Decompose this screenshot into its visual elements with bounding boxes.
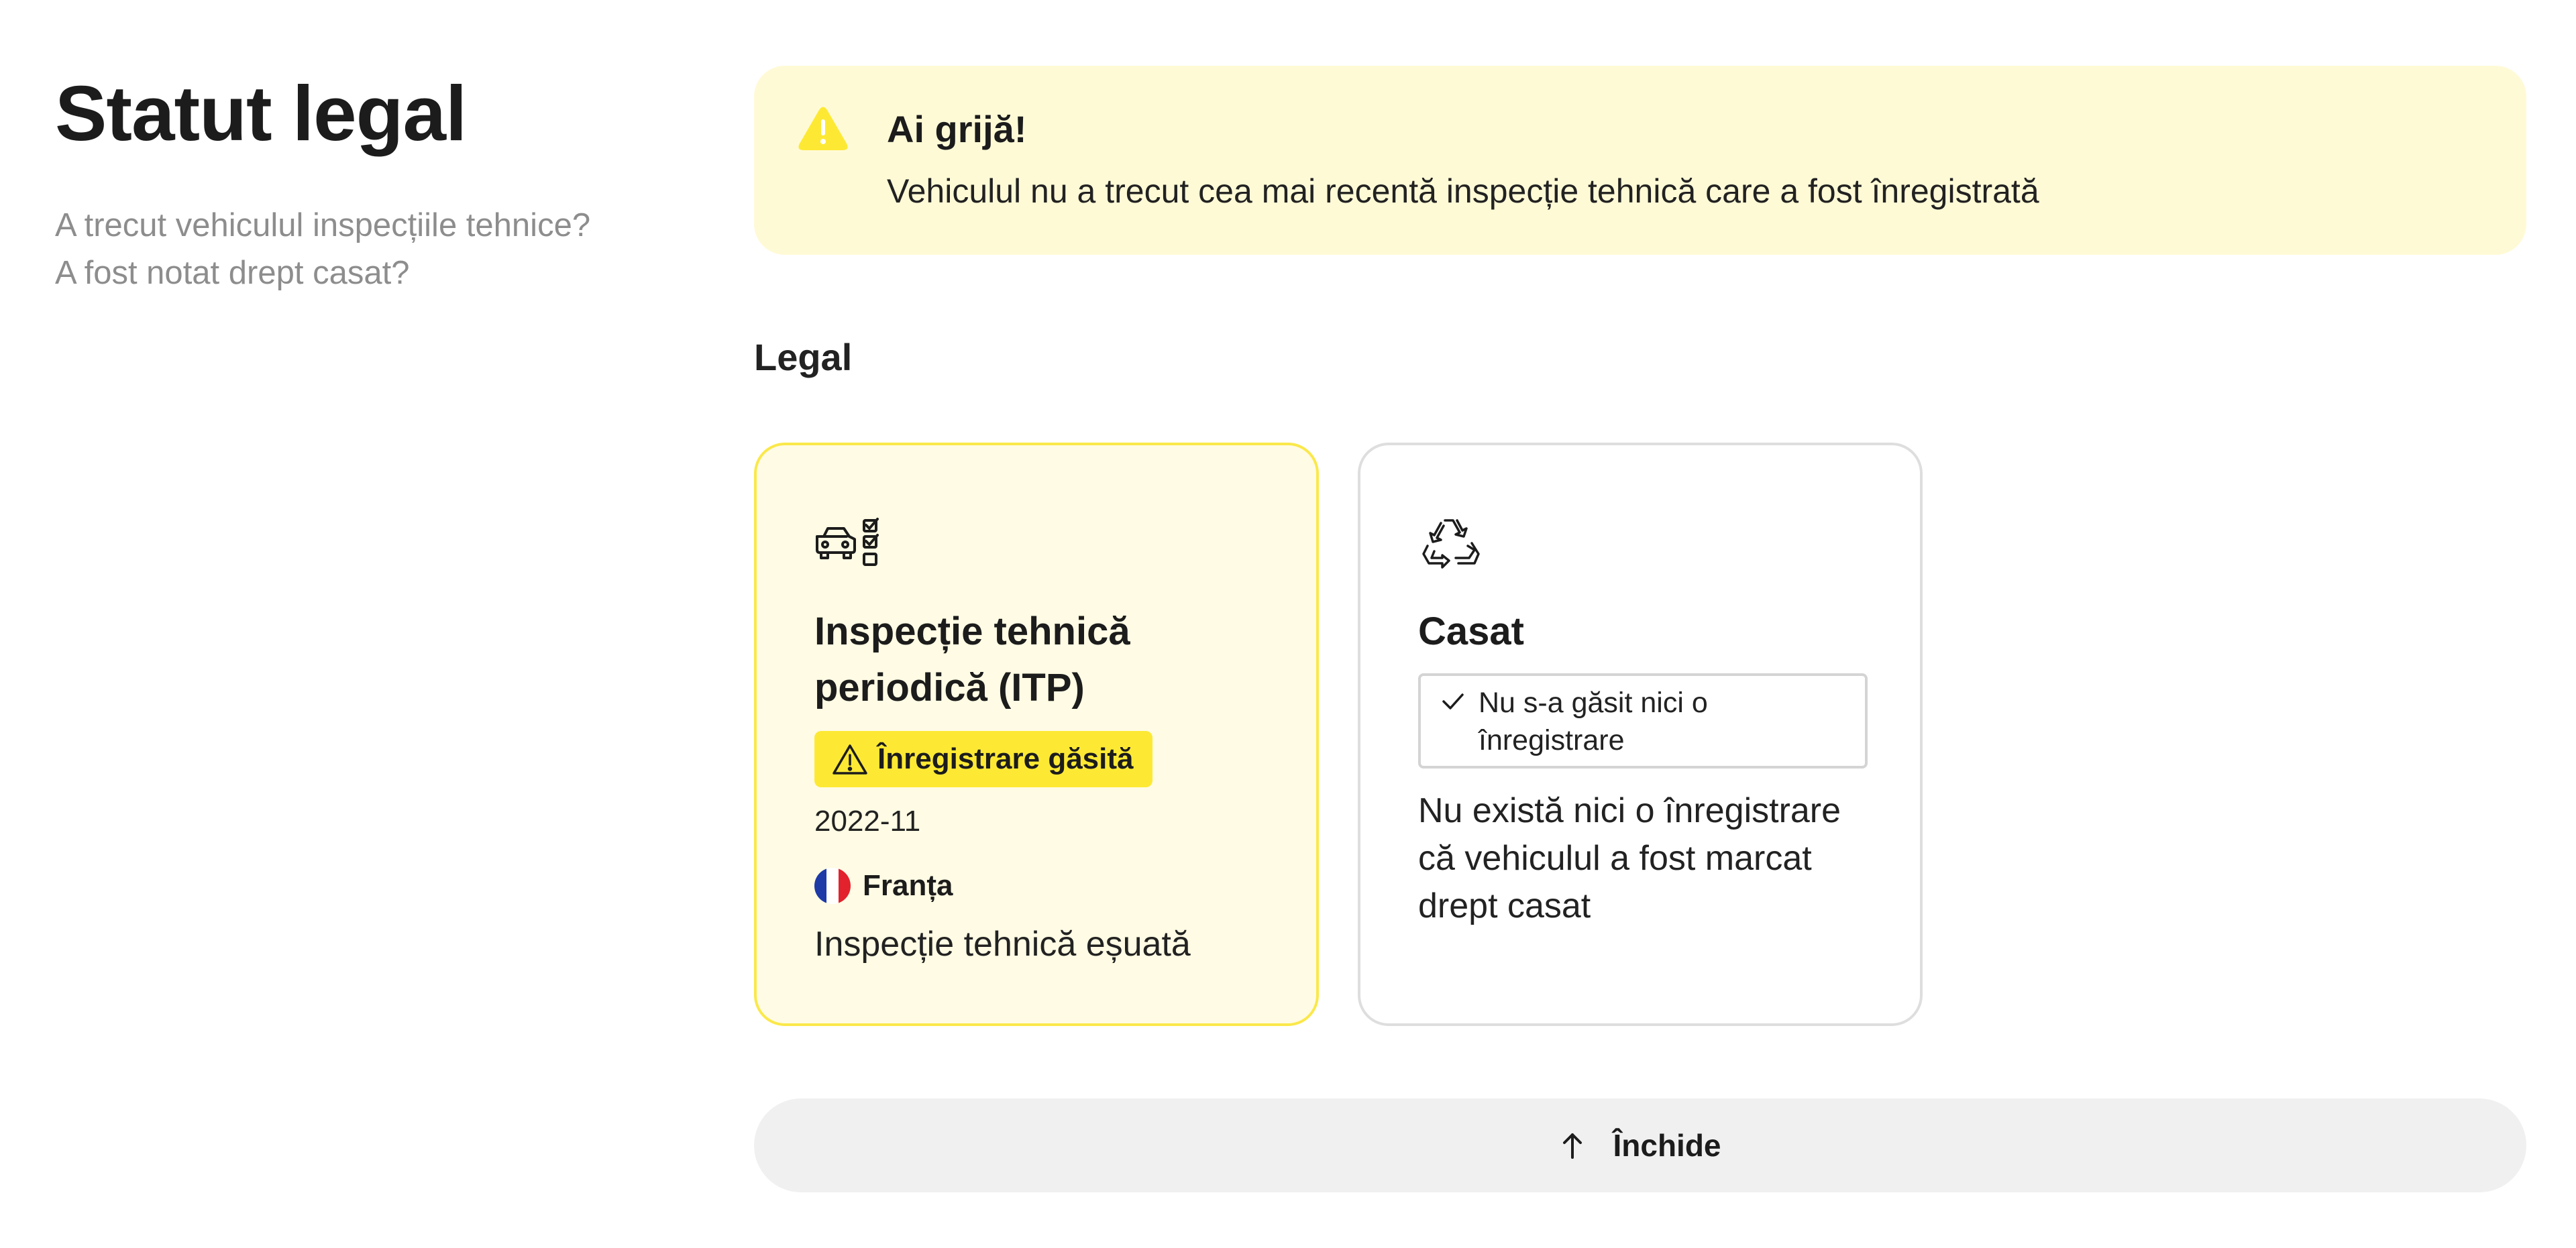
car-checklist-icon [816,518,879,566]
casat-card[interactable]: Casat Nu s-a găsit nici o înregistrare N… [1358,443,1923,1026]
warning-triangle-icon [833,744,867,775]
france-flag-icon [814,868,851,904]
warning-alert: Ai grijă! Vehiculul nu a trecut cea mai … [754,66,2526,255]
itp-result: Inspecție tehnică eșuată [814,925,1191,964]
itp-country-name: Franța [863,869,953,902]
legal-status-header: Statut legal A trecut vehiculul inspecți… [55,67,659,297]
record-found-badge-label: Înregistrare găsită [877,742,1134,775]
page-subtitle: A trecut vehiculul inspecțiile tehnice? … [55,202,659,297]
close-button[interactable]: Închide [754,1098,2526,1192]
subtitle-line: A fost notat drept casat? [55,255,410,292]
checkmark-icon [1442,693,1464,710]
itp-card[interactable]: Inspecție tehnică periodică (ITP) Înregi… [754,443,1319,1026]
itp-country: Franța [814,868,953,904]
page-title: Statut legal [55,70,467,157]
alert-message: Vehiculul nu a trecut cea mai recentă in… [887,172,2039,210]
record-found-badge: Înregistrare găsită [814,731,1152,787]
section-heading-legal: Legal [754,336,853,378]
itp-card-title: Inspecție tehnică periodică (ITP) [814,610,1130,710]
casat-card-title: Casat [1418,610,1524,653]
recycle-icon [1422,519,1480,569]
arrow-up-icon [1563,1133,1582,1159]
warning-triangle-icon [798,107,848,150]
casat-description: Nu există nici o înregistrare că vehicul… [1418,791,1841,925]
legal-status-page: Statut legal A trecut vehiculul inspecți… [0,0,2576,1248]
no-record-badge: Nu s-a găsit nici o înregistrare [1418,673,1868,769]
alert-title: Ai grijă! [887,108,1027,150]
legal-status-content: Ai grijă! Vehiculul nu a trecut cea mai … [754,66,2526,1192]
itp-date: 2022-11 [814,805,921,838]
no-record-badge-label: Nu s-a găsit nici o înregistrare [1479,687,1708,756]
subtitle-line: A trecut vehiculul inspecțiile tehnice? [55,207,591,244]
close-button-label: Închide [1613,1128,1721,1163]
